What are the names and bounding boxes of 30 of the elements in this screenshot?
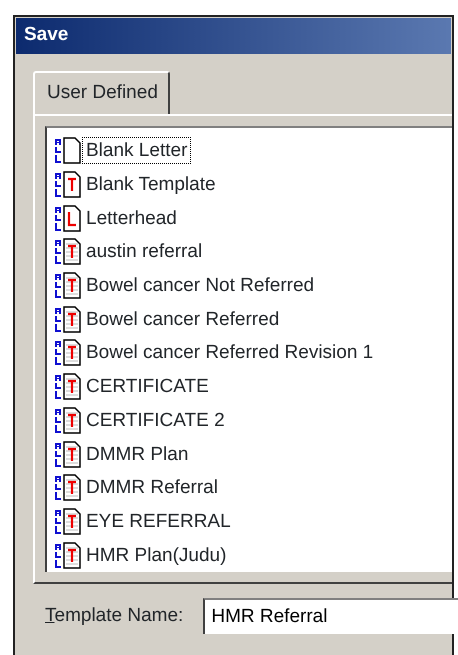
- template-document-icon: [55, 339, 82, 366]
- template-document-icon: [55, 542, 82, 569]
- window-title: Save: [16, 18, 451, 54]
- template-document-icon: [55, 204, 82, 232]
- template-item[interactable]: austin referral: [82, 238, 206, 266]
- template-document-icon: [55, 272, 82, 300]
- template-name-label: Template Name:: [45, 604, 184, 628]
- template-name-field[interactable]: HMR Referral: [203, 598, 458, 634]
- template-item[interactable]: Bowel cancer Not Referred: [82, 272, 318, 300]
- template-item[interactable]: DMMR Plan: [82, 440, 192, 468]
- template-document-icon: [55, 137, 82, 164]
- template-document-icon: [55, 238, 82, 266]
- template-item[interactable]: Blank Letter: [82, 137, 192, 164]
- template-item[interactable]: CERTIFICATE 2: [82, 406, 229, 434]
- template-document-icon: [55, 171, 82, 198]
- template-item[interactable]: CERTIFICATE: [82, 373, 213, 400]
- template-document-icon: [55, 406, 82, 434]
- template-item[interactable]: Bowel cancer Referred: [82, 306, 284, 333]
- template-document-icon: [55, 306, 82, 333]
- template-item[interactable]: HMR Plan(Judu): [82, 542, 230, 569]
- template-document-icon: [55, 508, 82, 535]
- tab[interactable]: User Defined: [33, 71, 170, 114]
- template-item[interactable]: EYE REFERRAL: [82, 508, 235, 535]
- template-item[interactable]: Bowel cancer Referred Revision 1: [82, 339, 378, 366]
- template-item[interactable]: Letterhead: [82, 204, 181, 232]
- template-item[interactable]: DMMR Referral: [82, 474, 222, 502]
- template-document-icon: [55, 440, 82, 468]
- template-item[interactable]: Blank Template: [82, 171, 220, 198]
- template-document-icon: [55, 474, 82, 502]
- template-document-icon: [55, 373, 82, 400]
